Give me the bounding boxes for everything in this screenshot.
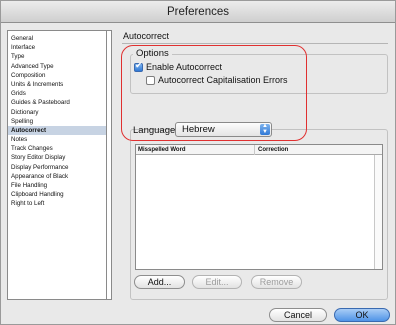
panel-divider <box>122 43 388 44</box>
cancel-button[interactable]: Cancel <box>269 308 327 322</box>
sidebar-item-display-performance[interactable]: Display Performance <box>8 163 106 172</box>
sidebar-item-composition[interactable]: Composition <box>8 71 106 80</box>
sidebar-item-file-handling[interactable]: File Handling <box>8 181 106 190</box>
sidebar-item-interface[interactable]: Interface <box>8 43 106 52</box>
sidebar-item-right-to-left[interactable]: Right to Left <box>8 199 106 208</box>
sidebar-item-guides-pasteboard[interactable]: Guides & Pasteboard <box>8 98 106 107</box>
sidebar-item-units-increments[interactable]: Units & Increments <box>8 80 106 89</box>
sidebar-scrollbar[interactable] <box>107 31 111 299</box>
ok-button[interactable]: OK <box>334 308 390 322</box>
table-header: Misspelled Word Correction <box>136 145 382 155</box>
sidebar-item-autocorrect[interactable]: Autocorrect <box>8 125 106 136</box>
edit-button[interactable]: Edit... <box>192 275 242 289</box>
sidebar-item-general[interactable]: General <box>8 34 106 43</box>
sidebar: General Interface Type Advanced Type Com… <box>7 30 112 300</box>
column-header-correction[interactable]: Correction <box>258 145 288 155</box>
autocorrect-table[interactable]: Misspelled Word Correction <box>135 144 383 270</box>
sidebar-item-track-changes[interactable]: Track Changes <box>8 144 106 153</box>
sidebar-item-advanced-type[interactable]: Advanced Type <box>8 62 106 71</box>
sidebar-item-clipboard-handling[interactable]: Clipboard Handling <box>8 190 106 199</box>
window-title: Preferences <box>1 1 395 23</box>
sidebar-item-grids[interactable]: Grids <box>8 89 106 98</box>
sidebar-item-appearance-of-black[interactable]: Appearance of Black <box>8 172 106 181</box>
add-button[interactable]: Add... <box>134 275 185 289</box>
column-separator <box>254 145 255 155</box>
column-header-misspelled[interactable]: Misspelled Word <box>138 145 186 155</box>
sidebar-item-type[interactable]: Type <box>8 52 106 61</box>
panel-title: Autocorrect <box>123 31 170 41</box>
sidebar-list: General Interface Type Advanced Type Com… <box>8 31 107 299</box>
highlight-annotation <box>121 45 307 141</box>
sidebar-item-spelling[interactable]: Spelling <box>8 117 106 126</box>
table-scrollbar[interactable] <box>374 155 382 269</box>
sidebar-item-story-editor-display[interactable]: Story Editor Display <box>8 153 106 162</box>
remove-button[interactable]: Remove <box>251 275 302 289</box>
preferences-window: Preferences General Interface Type Advan… <box>0 0 396 325</box>
sidebar-item-dictionary[interactable]: Dictionary <box>8 108 106 117</box>
sidebar-item-notes[interactable]: Notes <box>8 135 106 144</box>
